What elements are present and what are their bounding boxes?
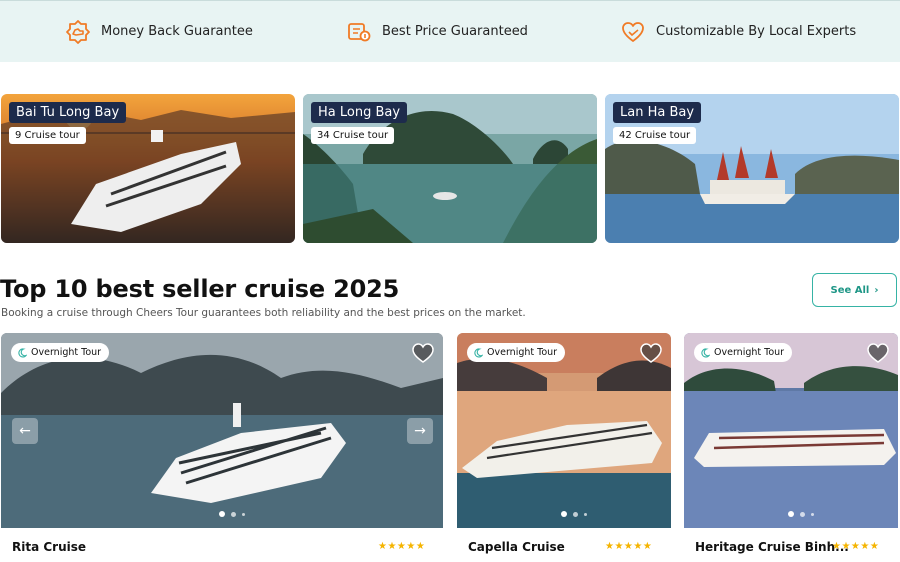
heart-hand-icon bbox=[620, 19, 646, 45]
destination-count: 9 Cruise tour bbox=[9, 127, 86, 144]
destination-count: 34 Cruise tour bbox=[311, 127, 395, 144]
destination-title: Bai Tu Long Bay bbox=[9, 102, 127, 123]
guarantee-label: Customizable By Local Experts bbox=[656, 24, 857, 39]
heart-icon[interactable] bbox=[867, 343, 889, 363]
guarantee-best-price: Best Price Guaranteed bbox=[346, 1, 528, 62]
star-rating: ★★★★★ bbox=[832, 541, 880, 552]
star-rating: ★★★★★ bbox=[605, 541, 653, 552]
cruise-name[interactable]: Capella Cruise bbox=[468, 540, 565, 554]
section-subtitle: Booking a cruise through Cheers Tour gua… bbox=[1, 307, 526, 319]
destination-count: 42 Cruise tour bbox=[613, 127, 697, 144]
carousel-dot[interactable] bbox=[242, 512, 245, 516]
carousel-dot[interactable] bbox=[219, 511, 225, 517]
badge-label: Overnight Tour bbox=[487, 347, 558, 358]
heart-icon[interactable] bbox=[412, 343, 434, 363]
cruise-name[interactable]: Heritage Cruise Binh... bbox=[695, 540, 849, 554]
cruise-photo: Overnight Tour bbox=[457, 333, 671, 528]
next-arrow-button[interactable]: → bbox=[407, 418, 433, 444]
price-tag-icon bbox=[346, 19, 372, 45]
cruise-card-capella[interactable]: Overnight Tour Capella Cruise ★★★★★ bbox=[457, 333, 671, 562]
overnight-tour-badge: Overnight Tour bbox=[11, 343, 110, 362]
carousel-dot[interactable] bbox=[561, 511, 567, 517]
section-title: Top 10 best seller cruise 2025 bbox=[0, 275, 400, 303]
destination-card-lan-ha[interactable]: Lan Ha Bay 42 Cruise tour bbox=[605, 94, 899, 243]
cruise-photo: Overnight Tour ← → bbox=[1, 333, 443, 528]
destination-card-ha-long[interactable]: Ha Long Bay 34 Cruise tour bbox=[303, 94, 597, 243]
carousel-dot[interactable] bbox=[788, 511, 794, 517]
prev-arrow-button[interactable]: ← bbox=[12, 418, 38, 444]
see-all-label: See All bbox=[830, 284, 870, 296]
chevron-right-icon: › bbox=[874, 284, 879, 296]
carousel-dot[interactable] bbox=[811, 512, 814, 516]
arrow-left-icon: ← bbox=[19, 423, 31, 439]
carousel-dots bbox=[219, 511, 245, 517]
moon-icon bbox=[701, 347, 710, 357]
guarantee-label: Money Back Guarantee bbox=[101, 24, 253, 39]
guarantee-label: Best Price Guaranteed bbox=[382, 24, 528, 39]
cruise-photo: Overnight Tour bbox=[684, 333, 898, 528]
heart-icon[interactable] bbox=[640, 343, 662, 363]
hand-coin-icon bbox=[65, 19, 91, 45]
cruise-card-rita[interactable]: Overnight Tour ← → Rita Cruise ★★★★★ bbox=[1, 333, 443, 562]
cruise-name[interactable]: Rita Cruise bbox=[12, 540, 86, 554]
carousel-dot[interactable] bbox=[584, 512, 587, 516]
cruise-card-heritage[interactable]: Overnight Tour Heritage Cruise Binh... ★… bbox=[684, 333, 898, 562]
arrow-right-icon: → bbox=[414, 423, 426, 439]
overnight-tour-badge: Overnight Tour bbox=[467, 343, 566, 362]
badge-label: Overnight Tour bbox=[714, 347, 785, 358]
carousel-dot[interactable] bbox=[800, 511, 805, 517]
guarantee-money-back: Money Back Guarantee bbox=[65, 1, 253, 62]
moon-icon bbox=[474, 347, 483, 357]
carousel-dot[interactable] bbox=[573, 511, 578, 517]
carousel-dots bbox=[561, 511, 587, 517]
carousel-dots bbox=[788, 511, 814, 517]
guarantee-bar: Money Back Guarantee Best Price Guarante… bbox=[0, 0, 900, 62]
destination-title: Lan Ha Bay bbox=[613, 102, 702, 123]
badge-label: Overnight Tour bbox=[31, 347, 102, 358]
moon-icon bbox=[18, 347, 27, 357]
see-all-button[interactable]: See All › bbox=[812, 273, 897, 307]
destination-title: Ha Long Bay bbox=[311, 102, 408, 123]
star-rating: ★★★★★ bbox=[378, 541, 426, 552]
guarantee-customizable: Customizable By Local Experts bbox=[620, 1, 856, 62]
destination-card-bai-tu-long[interactable]: Bai Tu Long Bay 9 Cruise tour bbox=[1, 94, 295, 243]
carousel-dot[interactable] bbox=[231, 511, 236, 517]
overnight-tour-badge: Overnight Tour bbox=[694, 343, 793, 362]
